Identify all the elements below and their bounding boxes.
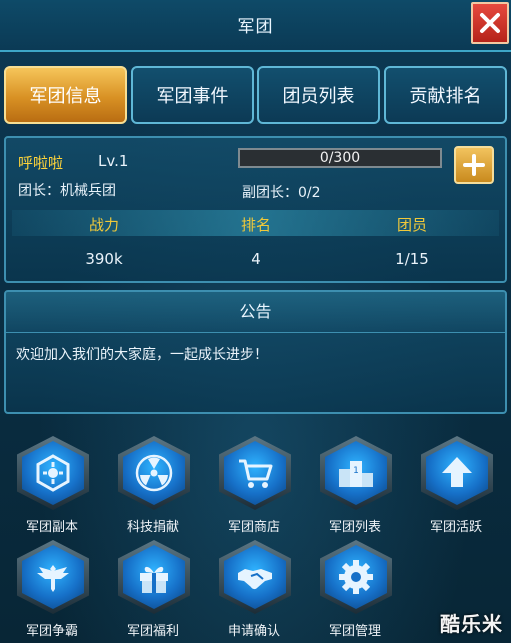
plus-icon xyxy=(463,154,485,176)
tech-donate-label: 科技捐献 xyxy=(126,520,179,535)
guild-leader: 团长：机械兵团 xyxy=(18,183,116,199)
hex-frame xyxy=(118,540,190,614)
site-watermark: 酷乐米 xyxy=(440,612,503,636)
guild-welfare-button[interactable]: 军团福利 xyxy=(108,540,198,640)
announcement-title: 公告 xyxy=(6,292,505,333)
stat-label-power: 战力 xyxy=(88,216,119,234)
announcement-text: 欢迎加入我们的大家庭，一起成长进步！ xyxy=(16,347,268,363)
guild-level: Lv.1 xyxy=(98,152,129,170)
guild-exp-bar: 0/300 xyxy=(238,148,442,168)
vice-leader-count: 副团长：0/2 xyxy=(242,185,321,201)
radiation-icon xyxy=(135,454,173,492)
dungeon-icon xyxy=(36,454,70,492)
guild-info-panel: 呼啦啦 Lv.1 0/300 团长：机械兵团 副团长：0/2 战力 排名 团员 … xyxy=(4,136,507,283)
hex-frame xyxy=(17,540,89,614)
guild-shop-label: 军团商店 xyxy=(227,520,280,535)
guild-list-button[interactable]: 1 军团列表 xyxy=(310,436,400,536)
application-confirm-label: 申请确认 xyxy=(227,624,280,639)
tab-guild-events[interactable]: 军团事件 xyxy=(131,66,254,124)
close-button[interactable] xyxy=(471,2,509,44)
guild-welfare-label: 军团福利 xyxy=(126,624,179,639)
guild-exp-text: 0/300 xyxy=(319,150,361,166)
podium-icon: 1 xyxy=(339,461,373,487)
guild-manage-button[interactable]: 军团管理 xyxy=(310,540,400,640)
svg-text:1: 1 xyxy=(353,466,359,476)
window-title: 军团 xyxy=(237,17,274,37)
guild-dungeon-button[interactable]: 军团副本 xyxy=(7,436,97,536)
guild-war-button[interactable]: 军团争霸 xyxy=(7,540,97,640)
eagle-icon xyxy=(37,565,69,592)
tab-bar: 军团信息 军团事件 团员列表 贡献排名 xyxy=(4,66,507,126)
hex-frame xyxy=(118,436,190,510)
hex-frame xyxy=(219,540,291,614)
hex-frame xyxy=(421,436,493,510)
hex-frame xyxy=(219,436,291,510)
guild-shop-button[interactable]: 军团商店 xyxy=(209,436,299,536)
guild-activity-button[interactable]: 军团活跃 xyxy=(411,436,501,536)
gift-icon xyxy=(140,566,168,593)
gear-icon xyxy=(339,560,373,594)
tab-guild-info[interactable]: 军团信息 xyxy=(4,66,127,124)
add-exp-button[interactable] xyxy=(454,146,494,184)
guild-name: 呼啦啦 xyxy=(18,154,64,172)
stat-value-power: 390k xyxy=(85,250,123,268)
application-confirm-button[interactable]: 申请确认 xyxy=(209,540,299,640)
close-icon xyxy=(480,13,500,33)
stat-value-members: 1/15 xyxy=(395,250,429,268)
stat-label-members: 团员 xyxy=(396,216,427,234)
tab-contribution-rank[interactable]: 贡献排名 xyxy=(384,66,507,124)
hex-frame xyxy=(17,436,89,510)
guild-war-label: 军团争霸 xyxy=(25,624,78,639)
guild-manage-label: 军团管理 xyxy=(328,624,381,639)
handshake-icon xyxy=(238,569,272,590)
tech-donate-button[interactable]: 科技捐献 xyxy=(108,436,198,536)
title-bar: 军团 xyxy=(0,0,511,52)
stat-label-rank: 排名 xyxy=(240,216,271,234)
tab-member-list[interactable]: 团员列表 xyxy=(257,66,380,124)
hex-frame xyxy=(320,540,392,614)
cart-icon xyxy=(239,459,273,488)
guild-dungeon-label: 军团副本 xyxy=(25,520,78,535)
guild-activity-label: 军团活跃 xyxy=(429,520,482,535)
stat-value-rank: 4 xyxy=(251,250,261,268)
hex-frame: 1 xyxy=(320,436,392,510)
guild-list-label: 军团列表 xyxy=(328,520,381,535)
announcement-panel: 公告 欢迎加入我们的大家庭，一起成长进步！ xyxy=(4,290,507,414)
arrow-up-icon xyxy=(442,457,472,487)
